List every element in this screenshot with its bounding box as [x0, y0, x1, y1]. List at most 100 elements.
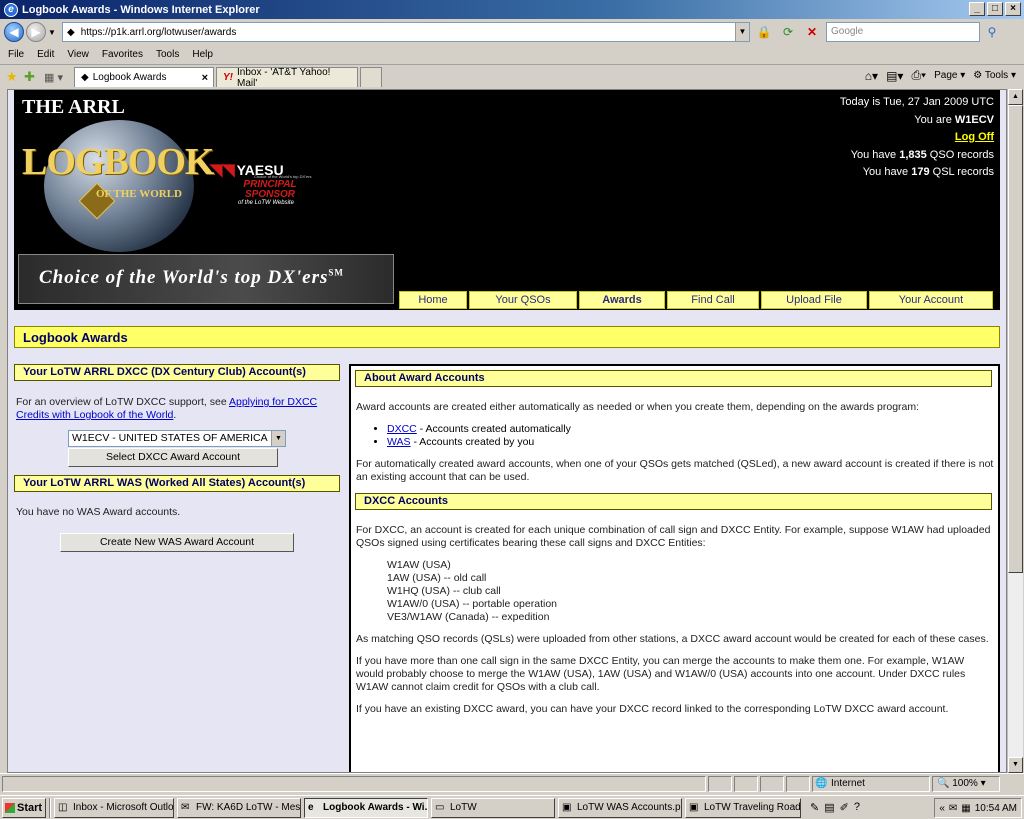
address-url: https://p1k.arrl.org/lotwuser/awards: [80, 26, 237, 38]
address-bar[interactable]: ◆ https://p1k.arrl.org/lotwuser/awards ▼: [62, 22, 750, 42]
qso-count-line: You have 1,835 QSO records: [840, 147, 994, 165]
menu-tools[interactable]: Tools: [156, 49, 179, 60]
ie-logo-icon: e: [4, 2, 18, 17]
scroll-thumb[interactable]: [1008, 105, 1023, 573]
zoom-value: 100%: [952, 777, 978, 789]
close-tab-icon[interactable]: ×: [202, 72, 208, 84]
page-menu[interactable]: Page ▾: [934, 70, 965, 81]
search-input[interactable]: Google: [826, 22, 980, 42]
feeds-icon[interactable]: ▤▾: [886, 69, 903, 83]
monitor-icon[interactable]: ▤: [824, 801, 834, 814]
security-lock-icon[interactable]: 🔒: [754, 22, 774, 42]
select-dropdown-icon[interactable]: ▼: [271, 431, 285, 446]
status-segment: [708, 775, 732, 792]
qsl-suffix: QSL records: [929, 166, 994, 178]
refresh-icon[interactable]: ⟳: [778, 22, 798, 42]
stop-icon[interactable]: ✕: [802, 22, 822, 42]
add-favorite-icon[interactable]: ✚: [24, 69, 44, 85]
recent-pages-dropdown-icon[interactable]: ▼: [48, 28, 58, 37]
quick-launch: ✎ ▤ ✐ ?: [810, 801, 860, 814]
home-icon[interactable]: ⌂▾: [865, 69, 878, 83]
dxcc-account-select[interactable]: W1ECV - UNITED STATES OF AMERICA ▼: [68, 430, 286, 447]
tray-mail-icon[interactable]: ✉: [949, 803, 957, 814]
dxcc-para-1: For DXCC, an account is created for each…: [356, 524, 991, 549]
logbook-logo-text: LOGBOOK: [22, 141, 214, 183]
slogan-banner: Choice of the World's top DX'ersSM: [18, 254, 394, 304]
callsign: W1ECV: [954, 113, 994, 126]
menu-view[interactable]: View: [67, 49, 89, 60]
task-label: LoTW: [450, 801, 477, 813]
mail-icon: ✉: [181, 801, 190, 813]
status-bar: Internet 🔍 100% ▾: [0, 773, 1024, 793]
tray-expand-icon[interactable]: «: [939, 803, 945, 814]
powerpoint-icon: ▣: [562, 801, 572, 813]
nav-awards[interactable]: Awards: [579, 291, 665, 309]
task-label: FW: KA6D LoTW - Mess...: [196, 801, 301, 813]
minimize-button[interactable]: _: [969, 2, 985, 16]
back-button[interactable]: ◀: [4, 22, 24, 42]
task-lotw-folder[interactable]: ▭ LoTW: [431, 797, 555, 818]
callsign-list: W1AW (USA) 1AW (USA) -- old call W1HQ (U…: [387, 559, 994, 624]
select-dxcc-button[interactable]: Select DXCC Award Account: [68, 448, 278, 467]
task-was-ppt[interactable]: ▣ LoTW WAS Accounts.ppt: [558, 797, 682, 818]
task-fw-message[interactable]: ✉ FW: KA6D LoTW - Mess...: [177, 797, 301, 818]
yaesu-swoosh-icon: ◥◥: [210, 162, 235, 179]
taskbar-separator: [49, 797, 51, 818]
of-the-world-text: OF THE WORLD: [96, 188, 182, 200]
favorites-star-icon[interactable]: ★: [6, 69, 24, 85]
status-text-segment: [2, 775, 706, 792]
sponsor-subtitle: of the LoTW Website: [238, 200, 294, 206]
menu-help[interactable]: Help: [192, 49, 213, 60]
you-are-line: You are W1ECV: [840, 112, 994, 130]
task-road-show[interactable]: ▣ LoTW Traveling Road S...: [685, 797, 801, 818]
scroll-down-icon[interactable]: ▼: [1008, 757, 1023, 773]
dxcc-intro-text: For an overview of LoTW DXCC support, se…: [16, 396, 229, 408]
status-segment: [786, 775, 810, 792]
tab-yahoo-mail[interactable]: Y! Inbox - 'AT&T Yahoo! Mail': [216, 67, 358, 89]
task-outlook[interactable]: ◫ Inbox - Microsoft Outlook: [54, 797, 174, 818]
maximize-button[interactable]: □: [987, 2, 1003, 16]
task-logbook-awards[interactable]: e Logbook Awards - Wi...: [304, 797, 428, 818]
quick-tabs-icon[interactable]: ▦ ▾: [44, 71, 74, 84]
pen-icon[interactable]: ✐: [840, 801, 849, 814]
address-dropdown-icon[interactable]: ▼: [735, 23, 749, 41]
zoom-level[interactable]: 🔍 100% ▾: [932, 775, 1000, 792]
search-icon[interactable]: ⚲: [982, 22, 1002, 42]
nav-your-qsos[interactable]: Your QSOs: [469, 291, 577, 309]
menu-favorites[interactable]: Favorites: [102, 49, 143, 60]
page-menu-label: Page: [934, 70, 958, 81]
task-label: LoTW Traveling Road S...: [704, 801, 801, 813]
dxcc-link[interactable]: DXCC: [387, 423, 417, 435]
help-icon[interactable]: ?: [854, 801, 860, 814]
security-zone[interactable]: Internet: [812, 775, 930, 792]
nav-home[interactable]: Home: [399, 291, 467, 309]
forward-button[interactable]: ▶: [26, 22, 46, 42]
tools-menu[interactable]: ⚙ Tools ▾: [973, 70, 1016, 81]
dxcc-para-2: As matching QSO records (QSLs) were uplo…: [356, 633, 989, 645]
you-are-prefix: You are: [914, 113, 955, 126]
nav-find-call[interactable]: Find Call: [667, 291, 759, 309]
was-link[interactable]: WAS: [387, 436, 411, 448]
new-tab-button[interactable]: [360, 67, 382, 87]
tool-icon[interactable]: ✎: [810, 801, 819, 814]
dxcc-intro: For an overview of LoTW DXCC support, se…: [16, 396, 338, 422]
qsl-count: 179: [911, 166, 930, 178]
menu-edit[interactable]: Edit: [37, 49, 54, 60]
vertical-scrollbar[interactable]: ▲ ▼: [1007, 89, 1023, 773]
tray-network-icon[interactable]: ▦: [961, 803, 970, 814]
logoff-link[interactable]: Log Off: [955, 131, 994, 143]
scroll-up-icon[interactable]: ▲: [1008, 89, 1023, 105]
create-was-button[interactable]: Create New WAS Award Account: [60, 533, 294, 552]
close-window-button[interactable]: ×: [1005, 2, 1021, 16]
about-intro: Award accounts are created either automa…: [356, 401, 920, 413]
nav-your-account[interactable]: Your Account: [869, 291, 993, 309]
menu-file[interactable]: File: [8, 49, 24, 60]
nav-upload-file[interactable]: Upload File: [761, 291, 867, 309]
start-button[interactable]: Start: [2, 797, 46, 818]
tab-logbook-awards[interactable]: ◆ Logbook Awards ×: [74, 67, 214, 87]
print-icon[interactable]: ⎙▾: [911, 68, 926, 83]
principal-sponsor-text: PRINCIPAL SPONSOR: [243, 179, 297, 200]
list-item: VE3/W1AW (Canada) -- expedition: [387, 611, 550, 623]
clock[interactable]: 10:54 AM: [975, 803, 1017, 814]
qso-prefix: You have: [850, 148, 900, 161]
